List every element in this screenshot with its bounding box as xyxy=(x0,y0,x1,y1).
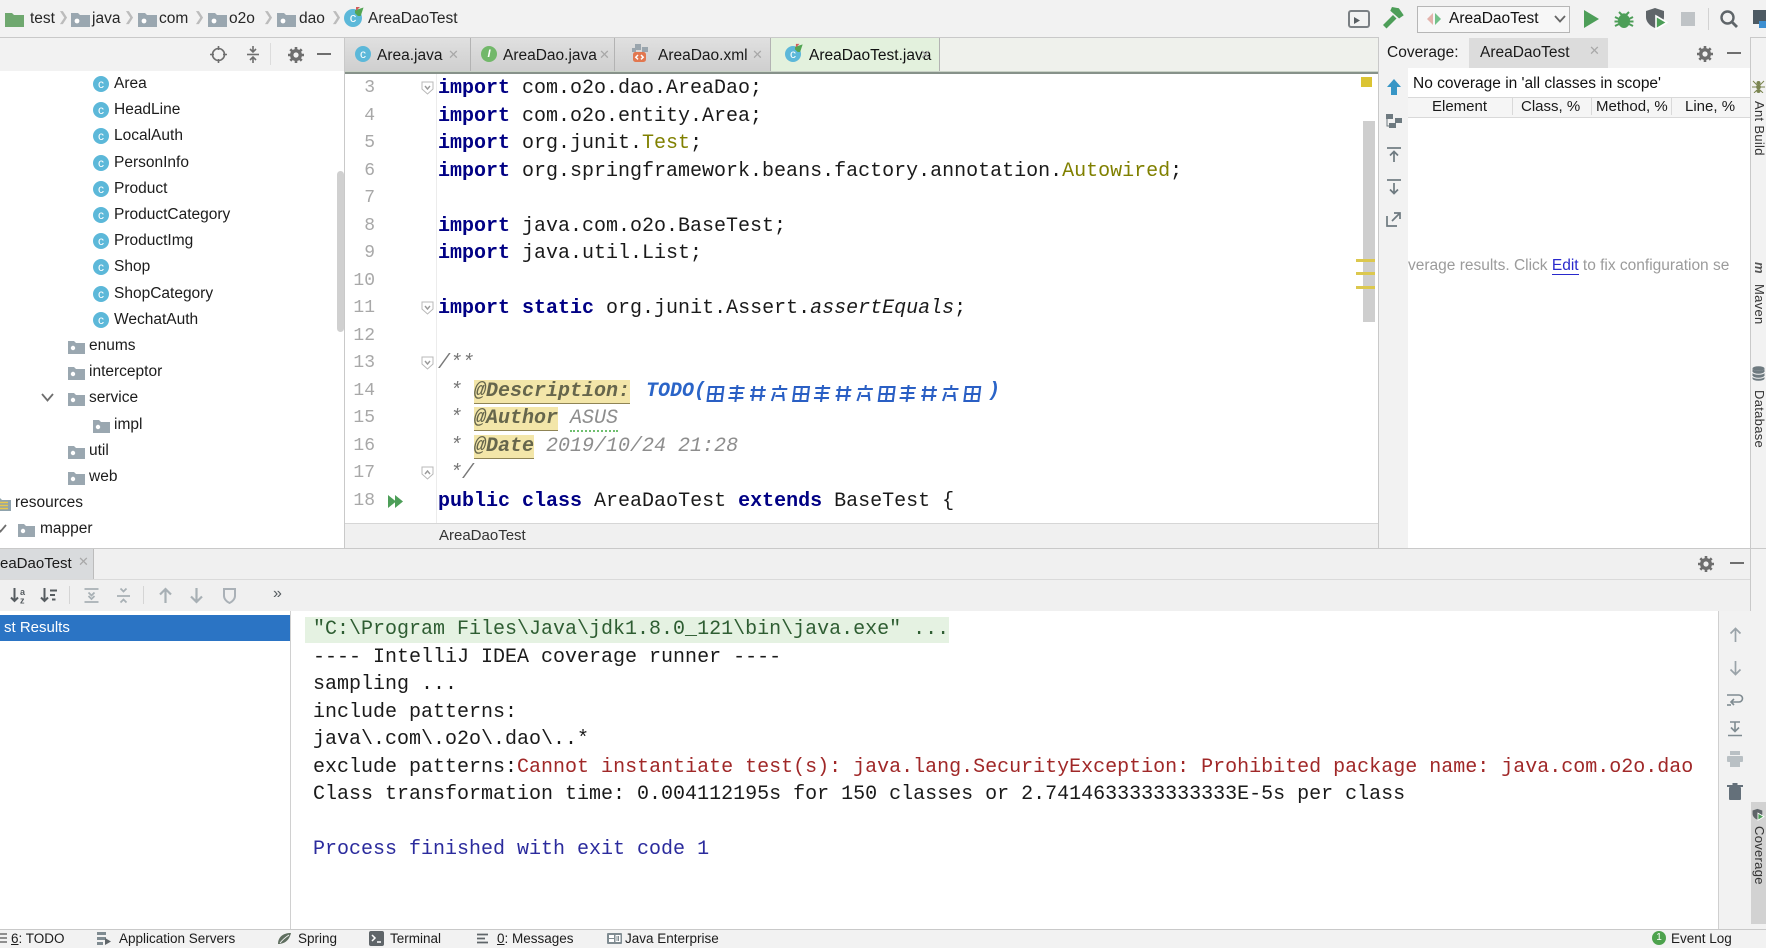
svg-text:z: z xyxy=(20,596,25,605)
